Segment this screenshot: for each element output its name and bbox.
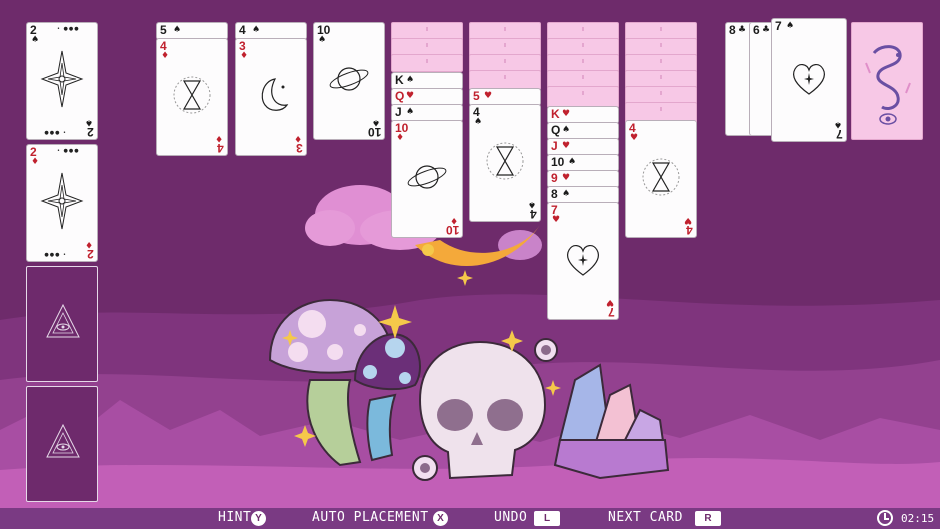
card-suit: ♠ xyxy=(406,75,415,85)
card-suit: ♥ xyxy=(562,141,571,151)
card-rank: 4 xyxy=(686,223,693,237)
tableau-card[interactable]: 7 ♥ ♥ 7 xyxy=(547,202,619,320)
stock-pile[interactable] xyxy=(851,22,923,140)
card-suit: ♠ xyxy=(474,117,483,127)
card-suit: ♥ xyxy=(406,91,415,101)
card-suit: ♠ xyxy=(786,21,795,31)
heart-icon xyxy=(787,56,831,104)
tableau-card[interactable]: 3 ♦ ♦ 3 xyxy=(235,38,307,156)
planet-icon xyxy=(327,59,371,103)
card-suit: ♥ xyxy=(562,173,571,183)
star-icon xyxy=(40,49,84,113)
card-rank: 7 xyxy=(775,19,782,33)
card-suit: ♠ xyxy=(406,107,415,117)
card-rank: 8 xyxy=(551,187,558,201)
hourglass-icon xyxy=(172,73,212,121)
card-rank: K xyxy=(551,107,560,121)
card-suit: ♠ xyxy=(568,157,577,167)
card-suit: ♦ xyxy=(240,51,249,61)
foundation-slot[interactable] xyxy=(26,266,98,382)
tableau-card[interactable]: 4 ♦ ♦ 4 xyxy=(156,38,228,156)
card-rank: 7 xyxy=(608,305,615,319)
clock-icon xyxy=(877,510,893,526)
card-suit: ♠ xyxy=(318,35,327,45)
eye-triangle-icon xyxy=(46,423,80,458)
card-rank: Q xyxy=(551,123,561,137)
hint-key-badge: Y xyxy=(251,511,266,526)
undo-label[interactable]: UNDO xyxy=(494,510,527,525)
auto-placement-label[interactable]: AUTO PLACEMENT xyxy=(312,510,429,525)
card-rank: 2 xyxy=(87,125,94,139)
card-rank: 3 xyxy=(296,141,303,155)
card-rank: 6 xyxy=(753,23,760,37)
card-suit: ♠ xyxy=(31,35,40,45)
card-suit: ♦ xyxy=(396,133,405,143)
card-suit: ♥ xyxy=(562,109,571,119)
card-rank: J xyxy=(395,105,402,119)
tableau-card[interactable]: 10 ♦ ♦ 10 xyxy=(391,120,463,238)
heart-icon xyxy=(561,237,605,285)
card-rank: 8 xyxy=(729,23,736,37)
next-card-label[interactable]: NEXT CARD xyxy=(608,510,683,525)
hourglass-icon xyxy=(641,155,681,203)
card-suit: ♠ xyxy=(252,25,261,35)
moon-icon xyxy=(251,75,291,119)
card-rank: 2 xyxy=(87,247,94,261)
card-rank: J xyxy=(551,139,558,153)
star-icon xyxy=(40,171,84,235)
card-rank: 4 xyxy=(530,207,537,221)
waste-card-top[interactable]: 7 ♠ ♠ 7 xyxy=(771,18,847,142)
card-rank: 5 xyxy=(160,23,167,37)
tableau-card[interactable]: 10 ♠ ♠ 10 xyxy=(313,22,385,140)
foundation-card[interactable]: 2 ♦ • ●●● ●●● • ♦ 2 xyxy=(26,144,98,262)
card-rank: Q xyxy=(395,89,405,103)
card-suit: ♥ xyxy=(552,215,561,225)
next-card-key-badge: R xyxy=(695,511,721,526)
card-suit: ♥ xyxy=(630,133,639,143)
card-rank: 10 xyxy=(367,125,381,139)
auto-placement-key-badge: X xyxy=(433,511,448,526)
card-suit: ♠ xyxy=(562,125,571,135)
eye-triangle-icon xyxy=(46,303,80,338)
card-suit: ♠ xyxy=(562,189,571,199)
snake-icon xyxy=(865,45,911,125)
tableau-card[interactable]: 4 ♠ ♠ 4 xyxy=(469,104,541,222)
hint-label[interactable]: HINT xyxy=(218,510,251,525)
card-rank: K xyxy=(395,73,404,87)
controls-bar xyxy=(0,508,940,529)
card-back xyxy=(391,54,463,72)
card-rank: 4 xyxy=(217,141,224,155)
tableau-card[interactable]: 4 ♥ ♥ 4 xyxy=(625,120,697,238)
timer: 02:15 xyxy=(901,512,935,525)
hourglass-icon xyxy=(485,139,525,187)
card-back xyxy=(469,70,541,90)
card-rank: 9 xyxy=(551,171,558,185)
foundation-slot[interactable] xyxy=(26,386,98,502)
card-back xyxy=(547,86,619,108)
card-rank: 10 xyxy=(445,223,459,237)
card-suit: ♣ xyxy=(738,25,747,35)
card-suit: ♦ xyxy=(31,157,40,167)
card-rank: 5 xyxy=(473,89,480,103)
card-rank: 10 xyxy=(551,155,565,169)
card-suit: ♣ xyxy=(762,25,771,35)
card-rank: 4 xyxy=(239,23,246,37)
card-suit: ♦ xyxy=(161,51,170,61)
card-suit: ♠ xyxy=(173,25,182,35)
card-rank: 7 xyxy=(836,127,843,141)
card-suit: ♥ xyxy=(484,91,493,101)
foundation-card[interactable]: 2 ♠ • ●●● ●●● • ♠ 2 xyxy=(26,22,98,140)
planet-icon xyxy=(405,157,449,201)
undo-key-badge: L xyxy=(534,511,560,526)
